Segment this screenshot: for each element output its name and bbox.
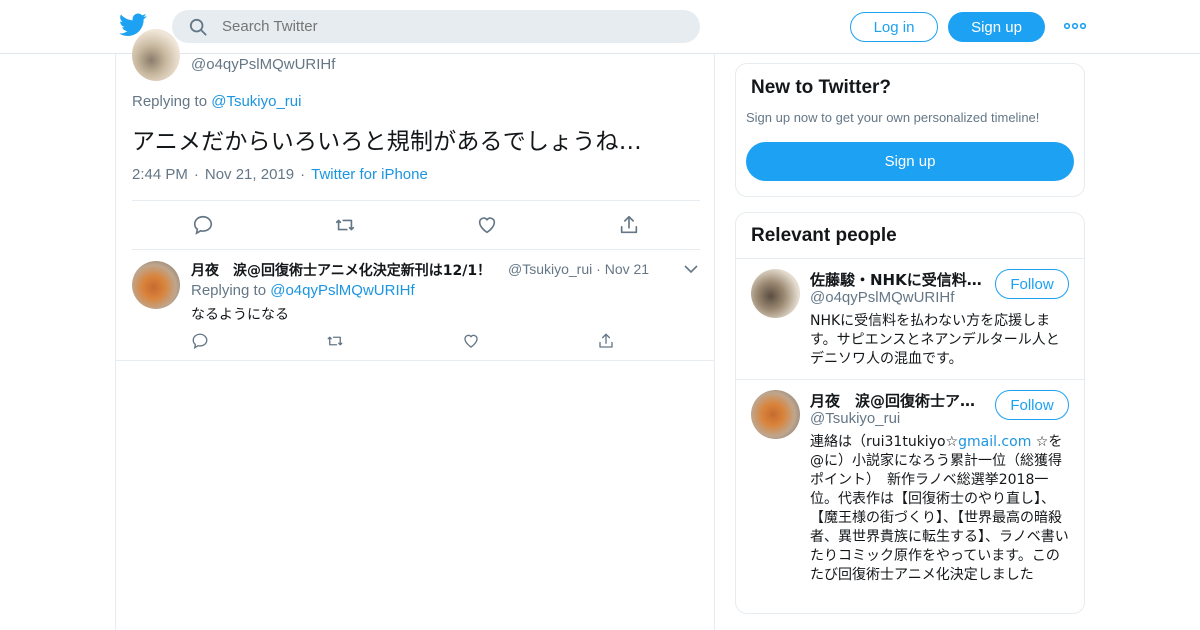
reply-author-name[interactable]: 月夜 涙@回復術士アニメ化決定新刊は12/1！: [191, 260, 491, 280]
replying-prefix: Replying to: [191, 282, 267, 299]
sidebar-signup-button[interactable]: Sign up: [746, 142, 1074, 181]
avatar[interactable]: [751, 390, 800, 439]
avatar[interactable]: [132, 261, 180, 309]
tweet-actions: [132, 200, 700, 250]
reply-handle-text[interactable]: @Tsukiyo_rui: [508, 261, 592, 277]
share-icon[interactable]: [597, 332, 615, 350]
reply-tweet[interactable]: 月夜 涙@回復術士アニメ化決定新刊は12/1！ @Tsukiyo_rui · N…: [116, 250, 714, 361]
replying-prefix: Replying to: [132, 93, 208, 110]
reply-author-handle[interactable]: @Tsukiyo_rui · Nov 21: [508, 261, 649, 277]
tweet-time[interactable]: 2:44 PM: [132, 166, 188, 183]
reply-icon[interactable]: [191, 332, 209, 350]
person-handle[interactable]: @o4qyPslMQwURIHf: [810, 289, 954, 306]
separator-dot: ·: [300, 166, 306, 183]
separator-dot: ·: [193, 166, 199, 183]
person-bio: NHKに受信料を払わない方を応援します。サピエンスとネアンデルタール人とデニソワ…: [810, 313, 1060, 367]
reply-date[interactable]: Nov 21: [605, 261, 649, 277]
tweet-source-link[interactable]: Twitter for iPhone: [311, 166, 428, 183]
bio-text: 連絡は（rui31tukiyo☆: [810, 434, 959, 450]
more-options-icon[interactable]: [1064, 18, 1086, 34]
follow-button[interactable]: Follow: [995, 390, 1069, 420]
signup-card-subtitle: Sign up now to get your own personalized…: [746, 110, 1040, 125]
chevron-down-icon[interactable]: [684, 264, 698, 274]
person-name[interactable]: 月夜 涙@回復術士ア…: [810, 390, 982, 411]
reply-icon[interactable]: [192, 214, 214, 236]
tweet-text: アニメだからいろいろと規制があるでしょうね…: [132, 129, 642, 155]
share-icon[interactable]: [618, 214, 640, 236]
relevant-people-title: Relevant people: [751, 225, 897, 246]
search-input[interactable]: [222, 18, 662, 35]
signup-card-title: New to Twitter?: [751, 77, 892, 98]
timeline-column: @o4qyPslMQwURIHf Replying to @Tsukiyo_ru…: [115, 29, 715, 630]
relevant-people-card: Relevant people 佐藤駿・NHKに受信料… @o4qyPslMQw…: [735, 212, 1085, 614]
person-item[interactable]: 月夜 涙@回復術士ア… @Tsukiyo_rui Follow 連絡は（rui3…: [736, 379, 1084, 613]
like-icon[interactable]: [476, 214, 498, 236]
signup-button[interactable]: Sign up: [948, 12, 1045, 42]
retweet-icon[interactable]: [334, 214, 356, 236]
retweet-icon[interactable]: [326, 332, 344, 350]
top-nav: Log in Sign up: [0, 0, 1200, 54]
search-box[interactable]: [172, 10, 700, 43]
person-name[interactable]: 佐藤駿・NHKに受信料…: [810, 269, 982, 290]
replying-to-link[interactable]: @Tsukiyo_rui: [211, 93, 301, 110]
replying-to: Replying to @o4qyPslMQwURIHf: [191, 282, 415, 299]
tweet-meta: 2:44 PM · Nov 21, 2019 · Twitter for iPhone: [132, 166, 428, 183]
follow-button[interactable]: Follow: [995, 269, 1069, 299]
replying-to: Replying to @Tsukiyo_rui: [132, 93, 301, 110]
bio-link[interactable]: gmail.com: [958, 434, 1031, 450]
person-bio: 連絡は（rui31tukiyo☆gmail.com ☆を@に）小説家になろう累計…: [810, 433, 1072, 585]
login-button[interactable]: Log in: [850, 12, 938, 42]
avatar[interactable]: [132, 29, 180, 81]
person-item[interactable]: 佐藤駿・NHKに受信料… @o4qyPslMQwURIHf Follow NHK…: [736, 258, 1084, 379]
replying-to-link[interactable]: @o4qyPslMQwURIHf: [270, 282, 414, 299]
bio-text: ☆を@に）小説家になろう累計一位（総獲得ポイント） 新作ラノベ総選挙2018一位…: [810, 434, 1069, 583]
like-icon[interactable]: [462, 332, 480, 350]
search-icon: [189, 18, 207, 36]
avatar[interactable]: [751, 269, 800, 318]
person-handle[interactable]: @Tsukiyo_rui: [810, 410, 900, 427]
signup-card: New to Twitter? Sign up now to get your …: [735, 63, 1085, 197]
tweet-date[interactable]: Nov 21, 2019: [205, 166, 294, 183]
tweet-author-handle[interactable]: @o4qyPslMQwURIHf: [191, 56, 335, 73]
reply-text: なるようになる: [191, 307, 289, 323]
